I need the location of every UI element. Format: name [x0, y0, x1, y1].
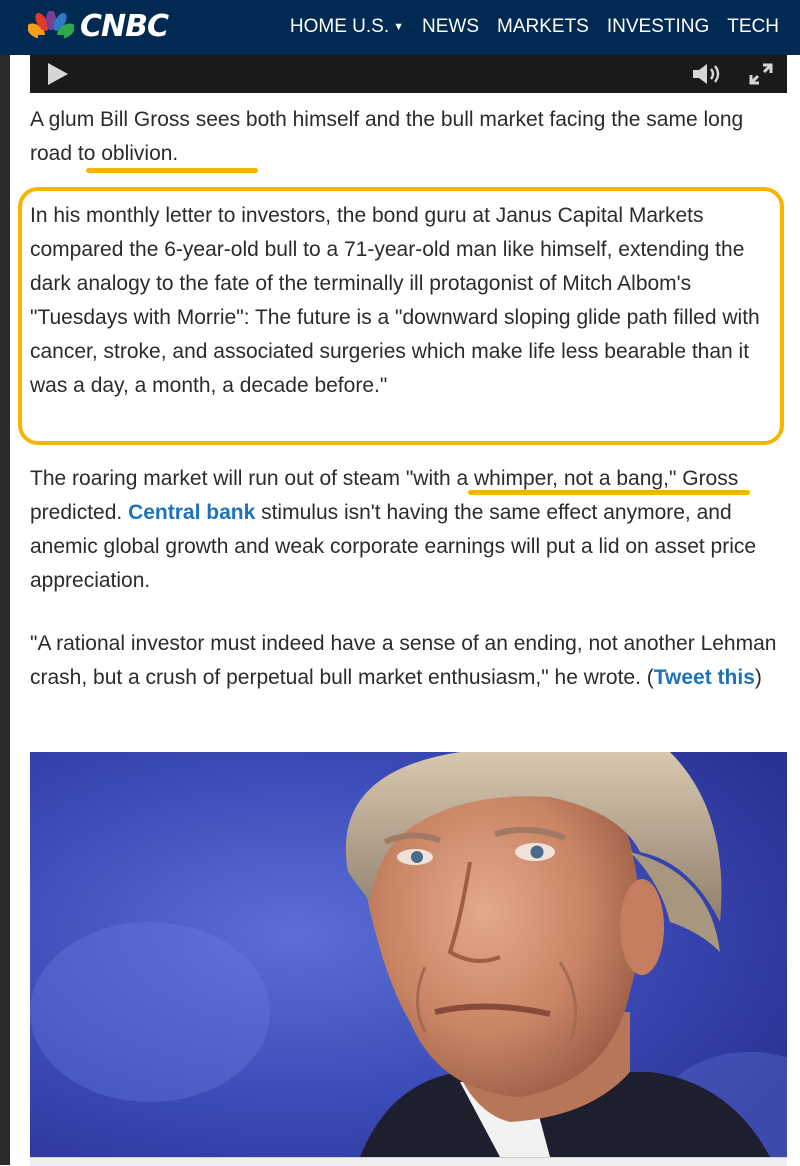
- p1-highlight: road to oblivion.: [30, 142, 179, 165]
- cnbc-logo[interactable]: CNBC: [28, 8, 169, 44]
- p4-text-2: ): [754, 666, 762, 689]
- article-paragraph-3: The roaring market will run out of steam…: [30, 462, 790, 598]
- p1-text: A glum Bill Gross sees both himself and …: [30, 108, 744, 131]
- brand-wordmark: CNBC: [80, 8, 169, 44]
- highlight-underline-1: [86, 168, 258, 173]
- peacock-logo-icon: [28, 11, 74, 41]
- highlight-underline-2: [468, 490, 750, 495]
- tweet-this-link[interactable]: Tweet this: [654, 666, 755, 689]
- p3-highlight: with a whimper, not a bang: [413, 467, 664, 490]
- article-paragraph-4: "A rational investor must indeed have a …: [30, 627, 790, 695]
- nav-home-us-label: HOME U.S.: [289, 16, 390, 37]
- nav-markets[interactable]: MARKETS: [488, 14, 598, 42]
- left-edge: [0, 0, 10, 1165]
- main-nav: HOME U.S. ▼ NEWS MARKETS INVESTING TECH: [281, 14, 788, 42]
- p3-text-1: The roaring market will run out of steam…: [30, 467, 414, 490]
- nav-news[interactable]: NEWS: [413, 14, 488, 42]
- article-paragraph-1: A glum Bill Gross sees both himself and …: [30, 103, 790, 171]
- nav-investing[interactable]: INVESTING: [598, 14, 718, 42]
- volume-icon[interactable]: [693, 63, 725, 85]
- article-photo: [30, 752, 787, 1157]
- play-icon[interactable]: [48, 63, 68, 85]
- article-paragraph-2: In his monthly letter to investors, the …: [30, 204, 760, 397]
- fullscreen-icon[interactable]: [749, 63, 773, 85]
- central-bank-link[interactable]: Central bank: [128, 501, 255, 524]
- site-header: CNBC HOME U.S. ▼ NEWS MARKETS INVESTING T…: [0, 0, 800, 55]
- nav-tech[interactable]: TECH: [718, 14, 788, 42]
- video-player-controls: [30, 55, 787, 93]
- caret-down-icon: ▼: [393, 21, 404, 33]
- nav-home-us[interactable]: HOME U.S. ▼: [281, 14, 413, 42]
